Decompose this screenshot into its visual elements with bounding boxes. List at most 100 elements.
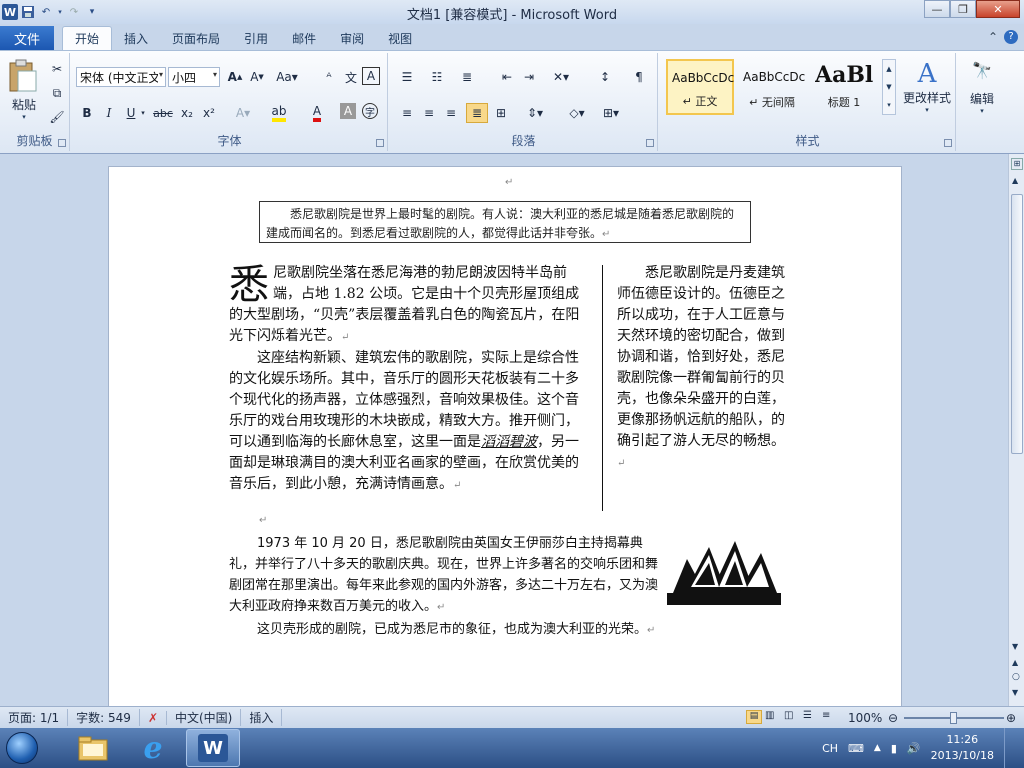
text-effects-icon[interactable]: A▾ xyxy=(232,103,254,123)
change-case-icon[interactable]: Aa▾ xyxy=(276,67,298,87)
opera-house-clipart[interactable] xyxy=(665,537,783,607)
tab-mailings[interactable]: 邮件 xyxy=(280,26,328,50)
help-icon[interactable]: ? xyxy=(1004,30,1018,44)
sort-icon[interactable]: ↕ xyxy=(594,67,616,87)
zoom-out-icon[interactable]: ⊖ xyxy=(888,711,898,725)
zoom-slider-thumb[interactable] xyxy=(950,712,957,724)
network-icon[interactable]: ▮ xyxy=(891,742,897,755)
volume-icon[interactable]: 🔊 xyxy=(907,742,921,755)
undo-dropdown-icon[interactable]: ▾ xyxy=(56,4,64,20)
undo-icon[interactable]: ↶ xyxy=(38,4,54,20)
numbering-icon[interactable]: ☷ xyxy=(426,67,448,87)
grow-font-icon[interactable]: A ▲ xyxy=(224,67,246,87)
tab-review[interactable]: 审阅 xyxy=(328,26,376,50)
zoom-slider[interactable] xyxy=(904,712,1004,724)
strikethrough-icon[interactable]: abc xyxy=(152,103,174,123)
browse-object-icon[interactable]: ○ xyxy=(1012,672,1020,682)
tab-insert[interactable]: 插入 xyxy=(112,26,160,50)
superscript-icon[interactable]: x² xyxy=(198,103,220,123)
shading-icon[interactable]: ◇▾ xyxy=(566,103,588,123)
tab-file[interactable]: 文件 xyxy=(0,26,54,50)
outline-view-icon[interactable]: ☰ xyxy=(803,710,819,724)
font-name-combo[interactable]: 宋体 (中文正文 ▾ xyxy=(76,67,166,87)
previous-page-icon[interactable]: ▲ xyxy=(1012,658,1018,667)
shrink-font-icon[interactable]: A ▼ xyxy=(246,67,268,87)
word-count[interactable]: 字数: 549 xyxy=(68,709,140,726)
change-styles-button[interactable]: A 更改样式 ▾ xyxy=(900,59,954,129)
word-app-icon[interactable]: W xyxy=(2,4,18,20)
tab-page-layout[interactable]: 页面布局 xyxy=(160,26,232,50)
clock[interactable]: 11:26 2013/10/18 xyxy=(931,732,994,764)
line-spacing-icon[interactable]: ⇕▾ xyxy=(524,103,546,123)
borders-icon[interactable]: ⊞▾ xyxy=(600,103,622,123)
show-desktop-button[interactable] xyxy=(1004,728,1016,768)
insert-mode[interactable]: 插入 xyxy=(241,709,283,726)
style-no-spacing[interactable]: AaBbCcDc ↵ 无间隔 xyxy=(738,59,806,115)
font-color-icon[interactable]: A xyxy=(306,103,328,123)
decrease-indent-icon[interactable]: ⇤ xyxy=(496,67,518,87)
styles-scroll[interactable]: ▲ ▼ ▾ xyxy=(882,59,896,115)
style-normal[interactable]: AaBbCcDc ↵ 正文 xyxy=(666,59,734,115)
taskbar-explorer[interactable] xyxy=(66,729,120,767)
character-shading-icon[interactable]: A xyxy=(340,103,356,119)
styles-dialog-launcher[interactable] xyxy=(944,139,952,147)
underline-dropdown-icon[interactable]: ▾ xyxy=(138,103,148,123)
save-icon[interactable] xyxy=(20,4,36,20)
font-size-combo[interactable]: 小四 ▾ xyxy=(168,67,220,87)
multilevel-list-icon[interactable]: ≣ xyxy=(456,67,478,87)
align-left-icon[interactable]: ≡ xyxy=(396,103,418,123)
clipboard-dialog-launcher[interactable] xyxy=(58,139,66,147)
page-count[interactable]: 页面: 1/1 xyxy=(0,709,69,726)
minimize-button[interactable]: — xyxy=(924,0,950,18)
proofing-icon[interactable]: ✗ xyxy=(140,710,167,725)
keyboard-icon[interactable]: ⌨ xyxy=(848,742,864,755)
tab-references[interactable]: 引用 xyxy=(232,26,280,50)
highlight-icon[interactable]: ab xyxy=(268,103,290,123)
vertical-scrollbar[interactable]: ⊞ ▲ ▼ ▲ ○ ▼ xyxy=(1008,154,1024,706)
scroll-thumb[interactable] xyxy=(1011,194,1023,454)
next-page-icon[interactable]: ▼ xyxy=(1012,688,1018,697)
full-screen-reading-icon[interactable]: ▥ xyxy=(765,710,781,724)
web-layout-icon[interactable]: ◫ xyxy=(784,710,800,724)
ime-indicator[interactable]: CH xyxy=(822,742,838,755)
print-layout-view-icon[interactable]: ▤ xyxy=(746,710,762,724)
taskbar-ie[interactable]: e xyxy=(126,729,180,767)
bullets-icon[interactable]: ☰ xyxy=(396,67,418,87)
tab-view[interactable]: 视图 xyxy=(376,26,424,50)
taskbar-word[interactable]: W xyxy=(186,729,240,767)
bold-icon[interactable]: B xyxy=(76,103,98,123)
tab-home[interactable]: 开始 xyxy=(62,26,113,50)
start-button[interactable] xyxy=(0,728,44,768)
font-dialog-launcher[interactable] xyxy=(376,139,384,147)
subscript-icon[interactable]: x₂ xyxy=(176,103,198,123)
align-center-icon[interactable]: ≡ xyxy=(418,103,440,123)
minimize-ribbon-icon[interactable]: ⌃ xyxy=(988,30,998,44)
maximize-button[interactable]: ❐ xyxy=(950,0,976,18)
scroll-up-icon[interactable]: ▲ xyxy=(1012,176,1018,185)
distributed-icon[interactable]: ⊞ xyxy=(490,103,512,123)
editing-button[interactable]: 🔭 编辑 ▾ xyxy=(962,61,1002,115)
paste-button[interactable]: 粘贴 ▾ xyxy=(6,59,42,121)
clear-formatting-icon[interactable]: ᴬ xyxy=(318,67,340,87)
show-marks-icon[interactable]: ¶ xyxy=(628,67,650,87)
asian-layout-icon[interactable]: ✕▾ xyxy=(550,67,572,87)
close-button[interactable]: ✕ xyxy=(976,0,1020,18)
customize-qat-icon[interactable]: ▾ xyxy=(84,4,100,20)
copy-icon[interactable]: ⧉ xyxy=(46,83,68,103)
cut-icon[interactable]: ✂ xyxy=(46,59,68,79)
phonetic-guide-icon[interactable]: 文 xyxy=(340,67,362,87)
justify-icon[interactable]: ≣ xyxy=(466,103,488,123)
character-border-icon[interactable]: A xyxy=(362,67,380,85)
zoom-level[interactable]: 100% xyxy=(848,711,882,725)
language-indicator[interactable]: 中文(中国) xyxy=(167,709,242,726)
ruler-toggle-icon[interactable]: ⊞ xyxy=(1011,158,1023,170)
intro-text-box[interactable]: 悉尼歌剧院是世界上最时髦的剧院。有人说：澳大利亚的悉尼城是随着悉尼歌剧院的建成而… xyxy=(259,201,751,243)
draft-view-icon[interactable]: ≡ xyxy=(822,710,838,724)
document-page[interactable]: ↵ 悉尼歌剧院是世界上最时髦的剧院。有人说：澳大利亚的悉尼城是随着悉尼歌剧院的建… xyxy=(108,166,902,706)
style-heading-1[interactable]: AaBl 标题 1 xyxy=(810,59,878,115)
format-painter-icon[interactable]: 🖌 xyxy=(46,107,68,127)
enclose-characters-icon[interactable]: 字 xyxy=(362,103,378,119)
paste-dropdown-icon[interactable]: ▾ xyxy=(6,113,42,121)
paragraph-dialog-launcher[interactable] xyxy=(646,139,654,147)
show-hidden-icons[interactable]: ▲ xyxy=(874,743,881,753)
